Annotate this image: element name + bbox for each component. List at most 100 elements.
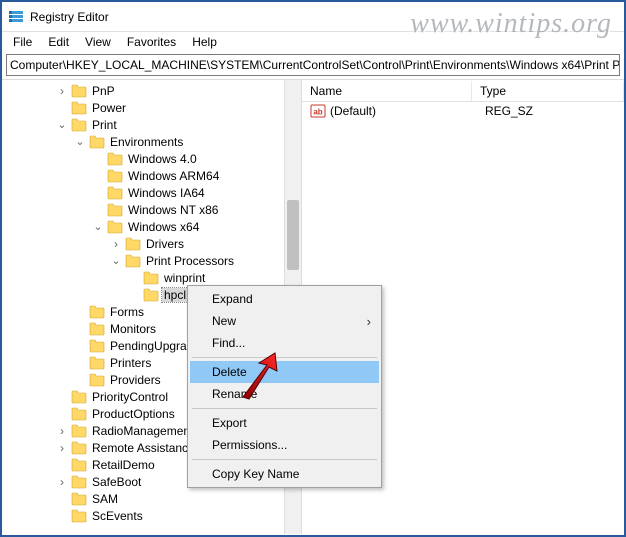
tree-item[interactable]: SAM bbox=[2, 490, 284, 507]
chevron-right-icon[interactable] bbox=[56, 442, 68, 454]
tree-item-label: Printers bbox=[108, 356, 153, 370]
menu-item-copy-key-name[interactable]: Copy Key Name bbox=[190, 463, 379, 485]
tree-item[interactable]: Windows NT x86 bbox=[2, 201, 284, 218]
tree-item[interactable]: Windows 4.0 bbox=[2, 150, 284, 167]
menu-item-export[interactable]: Export bbox=[190, 412, 379, 434]
chevron-down-icon[interactable] bbox=[56, 119, 68, 131]
tree-item-label: PnP bbox=[90, 84, 117, 98]
menu-file[interactable]: File bbox=[6, 34, 39, 50]
tree-item-label: Monitors bbox=[108, 322, 158, 336]
folder-icon bbox=[71, 475, 87, 489]
tree-item-label: RetailDemo bbox=[90, 458, 157, 472]
menu-item-rename[interactable]: Rename bbox=[190, 383, 379, 405]
tree-item[interactable]: ScEvents bbox=[2, 507, 284, 524]
folder-icon bbox=[143, 271, 159, 285]
tree-item-label: Providers bbox=[108, 373, 163, 387]
folder-icon bbox=[125, 237, 141, 251]
folder-icon bbox=[71, 509, 87, 523]
menu-favorites[interactable]: Favorites bbox=[120, 34, 183, 50]
chevron-down-icon[interactable] bbox=[74, 136, 86, 148]
folder-icon bbox=[71, 492, 87, 506]
window-title: Registry Editor bbox=[30, 10, 109, 24]
tree-item[interactable]: Power bbox=[2, 99, 284, 116]
folder-icon bbox=[125, 254, 141, 268]
folder-icon bbox=[107, 220, 123, 234]
menu-view[interactable]: View bbox=[78, 34, 118, 50]
string-value-icon: ab bbox=[310, 103, 326, 119]
tree-item-label: Forms bbox=[108, 305, 146, 319]
address-bar[interactable]: Computer\HKEY_LOCAL_MACHINE\SYSTEM\Curre… bbox=[6, 54, 620, 76]
tree-item-label: Environments bbox=[108, 135, 185, 149]
folder-icon bbox=[143, 288, 159, 302]
tree-item-label: Print bbox=[90, 118, 119, 132]
svg-text:ab: ab bbox=[313, 108, 322, 117]
folder-icon bbox=[71, 390, 87, 404]
chevron-right-icon[interactable] bbox=[56, 85, 68, 97]
tree-item[interactable]: Windows ARM64 bbox=[2, 167, 284, 184]
folder-icon bbox=[71, 118, 87, 132]
titlebar: Registry Editor bbox=[2, 2, 624, 32]
tree-item-label: ScEvents bbox=[90, 509, 145, 523]
menu-separator bbox=[192, 408, 377, 409]
folder-icon bbox=[107, 152, 123, 166]
context-menu: ExpandNewFind... DeleteRename ExportPermis… bbox=[187, 285, 382, 488]
list-row[interactable]: ab (Default)REG_SZ bbox=[302, 102, 624, 120]
tree-item-label: Remote Assistance bbox=[90, 441, 197, 455]
folder-icon bbox=[71, 424, 87, 438]
tree-item-label: Windows IA64 bbox=[126, 186, 207, 200]
chevron-down-icon[interactable] bbox=[92, 221, 104, 233]
tree-item[interactable]: Environments bbox=[2, 133, 284, 150]
tree-item[interactable]: Print Processors bbox=[2, 252, 284, 269]
tree-item-label: ProductOptions bbox=[90, 407, 177, 421]
folder-icon bbox=[71, 84, 87, 98]
scrollbar-thumb[interactable] bbox=[287, 200, 299, 270]
chevron-right-icon[interactable] bbox=[56, 425, 68, 437]
menu-help[interactable]: Help bbox=[185, 34, 224, 50]
tree-item-label: Power bbox=[90, 101, 128, 115]
menu-item-permissions[interactable]: Permissions... bbox=[190, 434, 379, 456]
folder-icon bbox=[89, 135, 105, 149]
folder-icon bbox=[89, 339, 105, 353]
tree-item[interactable]: PnP bbox=[2, 82, 284, 99]
chevron-down-icon[interactable] bbox=[110, 255, 122, 267]
menu-edit[interactable]: Edit bbox=[41, 34, 76, 50]
tree-item[interactable]: Drivers bbox=[2, 235, 284, 252]
menu-item-expand[interactable]: Expand bbox=[190, 288, 379, 310]
column-header-type[interactable]: Type bbox=[472, 81, 624, 101]
tree-item-label: Windows ARM64 bbox=[126, 169, 221, 183]
menu-separator bbox=[192, 459, 377, 460]
menu-item-find[interactable]: Find... bbox=[190, 332, 379, 354]
chevron-right-icon[interactable] bbox=[110, 238, 122, 250]
tree-item[interactable]: Print bbox=[2, 116, 284, 133]
list-header: Name Type bbox=[302, 80, 624, 102]
tree-item-label: SAM bbox=[90, 492, 120, 506]
menu-item-new[interactable]: New bbox=[190, 310, 379, 332]
folder-icon bbox=[89, 373, 105, 387]
tree-item-label: RadioManagement bbox=[90, 424, 195, 438]
tree-item[interactable]: Windows IA64 bbox=[2, 184, 284, 201]
tree-item-label: Print Processors bbox=[144, 254, 236, 268]
tree-item-label: Windows NT x86 bbox=[126, 203, 220, 217]
chevron-right-icon[interactable] bbox=[56, 476, 68, 488]
folder-icon bbox=[71, 407, 87, 421]
folder-icon bbox=[89, 356, 105, 370]
tree-item-label: Drivers bbox=[144, 237, 186, 251]
tree-item[interactable]: winprint bbox=[2, 269, 284, 286]
tree-item-label: PendingUpgrad bbox=[108, 339, 195, 353]
tree-item-label: winprint bbox=[162, 271, 207, 285]
tree-item-label: SafeBoot bbox=[90, 475, 143, 489]
folder-icon bbox=[89, 305, 105, 319]
value-type: REG_SZ bbox=[485, 104, 624, 118]
menu-item-delete[interactable]: Delete bbox=[190, 361, 379, 383]
value-name: (Default) bbox=[330, 104, 485, 118]
tree-item[interactable]: Windows x64 bbox=[2, 218, 284, 235]
tree-item-label: Windows x64 bbox=[126, 220, 201, 234]
tree-item-label: Windows 4.0 bbox=[126, 152, 199, 166]
folder-icon bbox=[71, 101, 87, 115]
folder-icon bbox=[71, 458, 87, 472]
address-path: Computer\HKEY_LOCAL_MACHINE\SYSTEM\Curre… bbox=[10, 58, 620, 72]
folder-icon bbox=[107, 203, 123, 217]
column-header-name[interactable]: Name bbox=[302, 81, 472, 101]
menubar: File Edit View Favorites Help bbox=[2, 32, 624, 52]
registry-editor-icon bbox=[8, 9, 24, 25]
